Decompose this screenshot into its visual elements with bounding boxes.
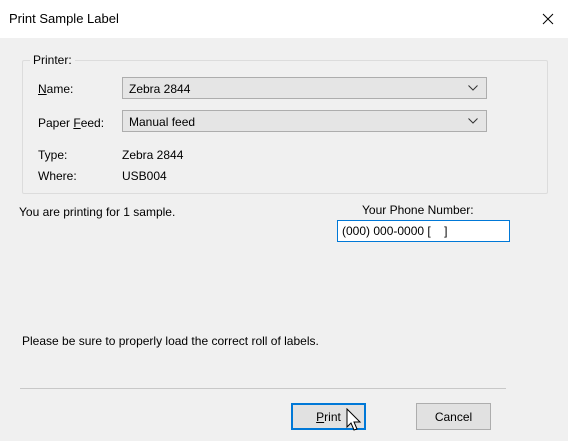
paper-feed-select[interactable]: Manual feed <box>122 110 487 132</box>
close-icon <box>542 13 554 25</box>
print-button-rest: rint <box>324 409 341 424</box>
chevron-down-icon <box>468 85 478 91</box>
name-label-rest: ame: <box>46 82 74 96</box>
name-label: Name: <box>38 82 73 96</box>
paper-feed-label-rest: eed: <box>80 116 105 130</box>
paper-feed-value: Manual feed <box>129 115 196 129</box>
mouse-cursor-icon <box>346 408 362 431</box>
sample-count-text: You are printing for 1 sample. <box>19 205 176 219</box>
window-title: Print Sample Label <box>9 11 119 26</box>
print-sample-label-dialog: Print Sample Label Printer: Name: Zebra … <box>0 0 568 441</box>
close-button[interactable] <box>528 0 568 38</box>
phone-number-label: Your Phone Number: <box>362 203 474 217</box>
where-label: Where: <box>38 169 77 183</box>
where-value: USB004 <box>122 169 167 183</box>
printer-name-value: Zebra 2844 <box>129 82 191 96</box>
type-value: Zebra 2844 <box>122 148 184 162</box>
paper-feed-label: Paper Feed: <box>38 116 104 130</box>
name-label-accel: N <box>38 82 47 96</box>
load-labels-text: Please be sure to properly load the corr… <box>22 334 319 348</box>
type-label: Type: <box>38 148 68 162</box>
printer-name-select[interactable]: Zebra 2844 <box>122 77 487 99</box>
title-bar[interactable]: Print Sample Label <box>0 0 568 38</box>
phone-number-input[interactable] <box>337 220 510 242</box>
printer-group-label: Printer: <box>30 53 75 67</box>
paper-feed-label-accel: F <box>73 116 81 130</box>
print-button-accel: P <box>316 409 325 424</box>
separator <box>20 388 506 389</box>
cancel-button[interactable]: Cancel <box>416 403 491 430</box>
paper-feed-label-pre: Paper <box>38 116 74 130</box>
chevron-down-icon <box>468 118 478 124</box>
